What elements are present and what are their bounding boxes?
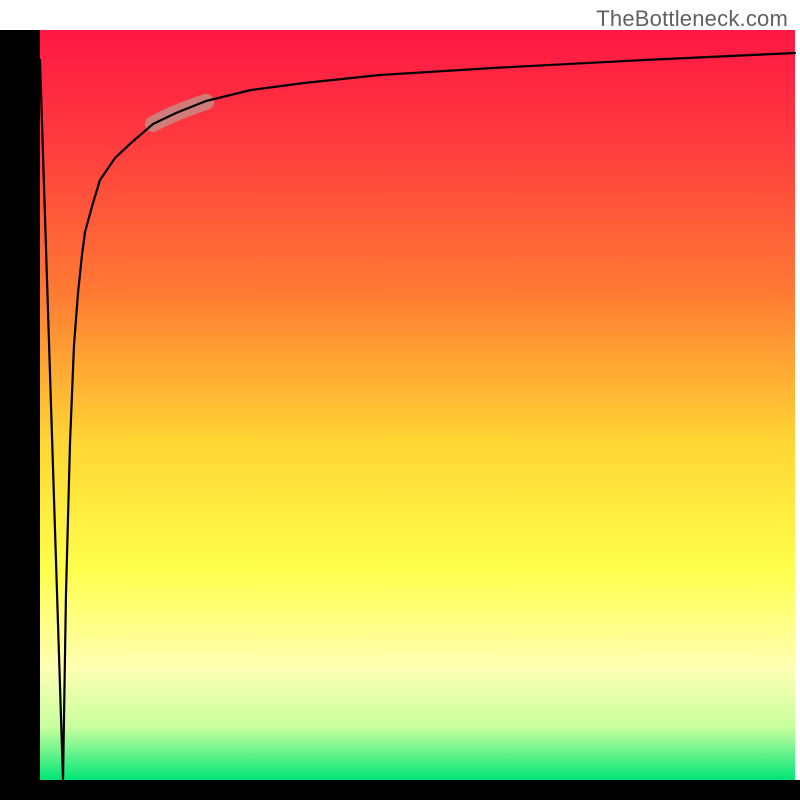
attribution-text: TheBottleneck.com [596,6,788,32]
y-axis [0,30,40,780]
chart-container: { "attribution": "TheBottleneck.com", "c… [0,0,800,800]
x-axis [0,780,800,800]
plot-background [40,30,795,780]
chart-plot [0,0,800,800]
